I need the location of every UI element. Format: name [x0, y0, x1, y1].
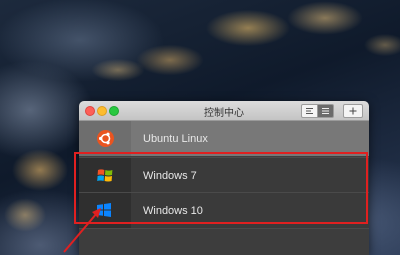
list-compact-icon	[322, 108, 329, 114]
vm-list-empty-area	[79, 228, 369, 255]
vm-list-item-windows-7[interactable]: Windows 7	[79, 157, 369, 193]
vm-icon-cell	[79, 158, 131, 193]
vm-list-item-ubuntu[interactable]: Ubuntu Linux	[79, 121, 369, 156]
vm-name-label: Ubuntu Linux	[143, 132, 208, 145]
window-titlebar[interactable]: 控制中心	[79, 101, 369, 121]
vm-name-label: Windows 7	[143, 169, 197, 182]
ubuntu-logo-icon	[97, 130, 114, 147]
windows7-logo-icon	[97, 169, 113, 182]
plus-icon	[349, 107, 357, 115]
vm-icon-cell	[79, 193, 131, 228]
view-toggle-detail-button[interactable]	[301, 104, 318, 118]
vm-icon-cell	[79, 121, 131, 156]
add-vm-button[interactable]	[343, 104, 363, 118]
vm-name-label: Windows 10	[143, 204, 203, 217]
windows10-logo-icon	[97, 203, 111, 217]
control-center-window: 控制中心 Ubuntu Linux Windows 7 Windows 10	[79, 101, 369, 255]
view-toggle-compact-button[interactable]	[317, 104, 334, 118]
vm-list-item-windows-10[interactable]: Windows 10	[79, 192, 369, 228]
list-detail-icon	[306, 108, 313, 114]
